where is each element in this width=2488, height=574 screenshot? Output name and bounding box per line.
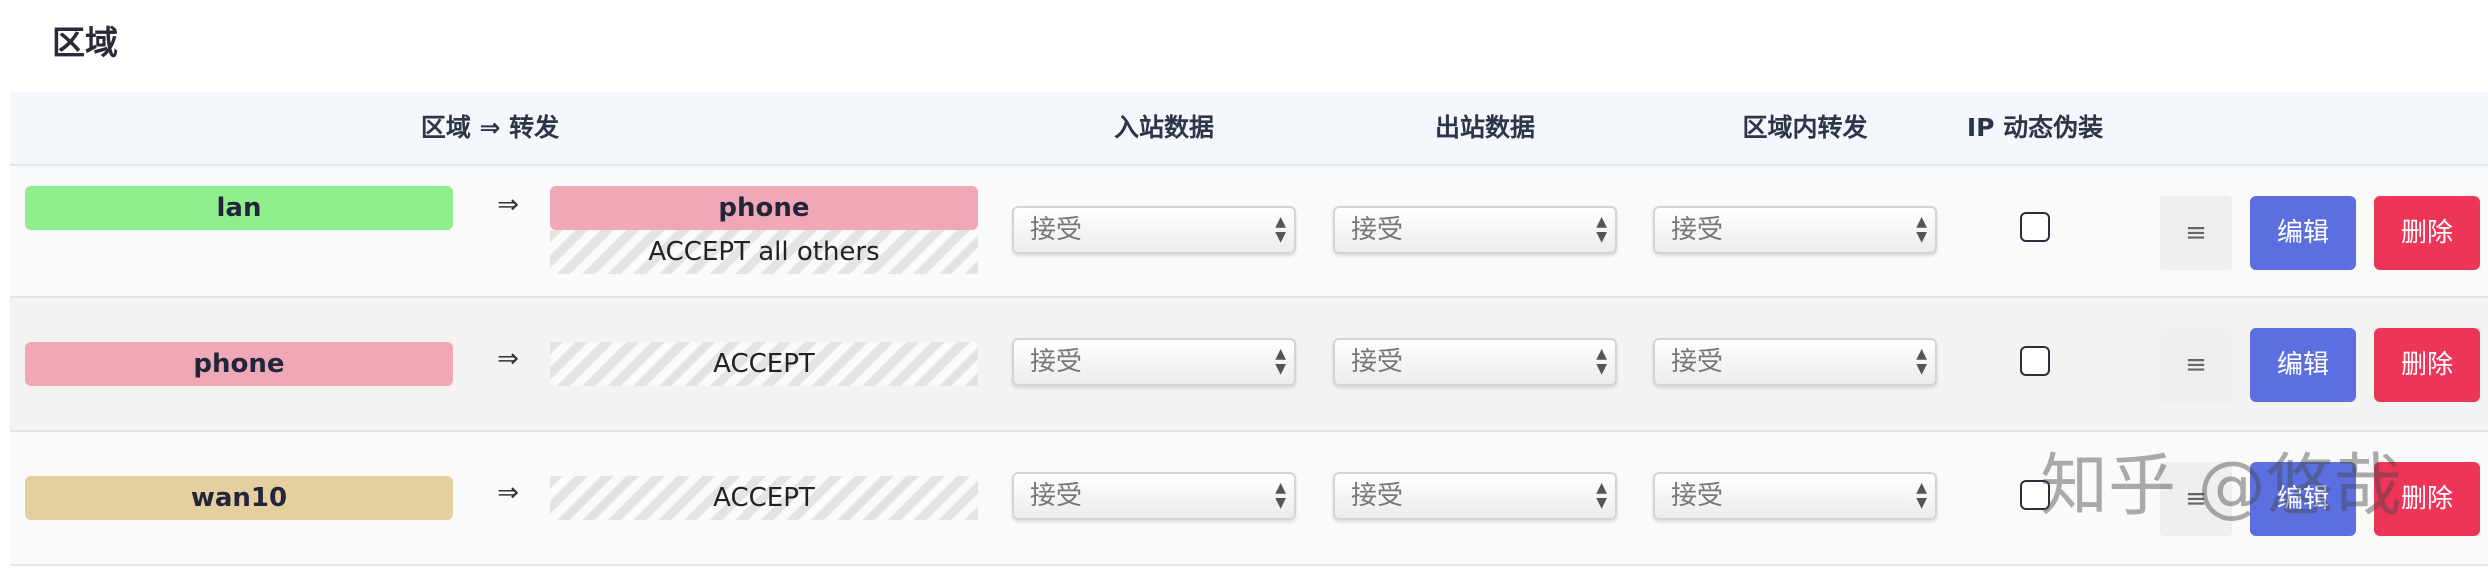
- forward-default-policy: ACCEPT: [550, 476, 978, 520]
- forward-dest-badge: phone: [550, 186, 978, 230]
- output-policy-select[interactable]: 接受 ▲ ▼: [1333, 206, 1617, 254]
- masquerade-checkbox[interactable]: [2020, 480, 2050, 510]
- table-row: wan10 ⇒ ACCEPT 接受 ▲ ▼ 接受 ▲ ▼ 接受 ▲ ▼ ≡ 编辑 删除: [10, 432, 2488, 566]
- zone-badge-wan10: wan10: [25, 476, 453, 520]
- delete-button[interactable]: 删除: [2374, 196, 2480, 270]
- input-policy-value: 接受: [1030, 347, 1083, 377]
- forward-policy-select[interactable]: 接受 ▲ ▼: [1653, 472, 1937, 520]
- zone-badge-lan: lan: [25, 186, 453, 230]
- forward-policy-select[interactable]: 接受 ▲ ▼: [1653, 206, 1937, 254]
- forward-destinations: ACCEPT: [550, 476, 978, 520]
- select-arrows-icon: ▲ ▼: [1916, 214, 1927, 245]
- select-arrows-icon: ▲ ▼: [1275, 480, 1286, 511]
- select-arrows-icon: ▲ ▼: [1916, 480, 1927, 511]
- select-arrows-icon: ▲ ▼: [1275, 214, 1286, 245]
- header-output: 出站数据: [1434, 113, 1535, 142]
- forward-destinations: ACCEPT: [550, 342, 978, 386]
- zones-panel: 区域 区域 ⇒ 转发 入站数据 出站数据 区域内转发 IP 动态伪装 lan ⇒…: [10, 0, 2488, 574]
- arrow-icon: ⇒: [497, 190, 519, 220]
- masquerade-checkbox[interactable]: [2020, 212, 2050, 242]
- input-policy-select[interactable]: 接受 ▲ ▼: [1012, 338, 1296, 386]
- edit-button[interactable]: 编辑: [2250, 462, 2356, 536]
- edit-button[interactable]: 编辑: [2250, 328, 2356, 402]
- input-policy-select[interactable]: 接受 ▲ ▼: [1012, 472, 1296, 520]
- table-row: lan ⇒ phone ACCEPT all others 接受 ▲ ▼ 接受 ▲…: [10, 166, 2488, 298]
- input-policy-select[interactable]: 接受 ▲ ▼: [1012, 206, 1296, 254]
- output-policy-select[interactable]: 接受 ▲ ▼: [1333, 338, 1617, 386]
- header-input: 入站数据: [1113, 113, 1214, 142]
- output-policy-select[interactable]: 接受 ▲ ▼: [1333, 472, 1617, 520]
- input-policy-value: 接受: [1030, 481, 1083, 511]
- select-arrows-icon: ▲ ▼: [1596, 214, 1607, 245]
- select-arrows-icon: ▲ ▼: [1596, 480, 1607, 511]
- select-arrows-icon: ▲ ▼: [1596, 346, 1607, 377]
- select-arrows-icon: ▲ ▼: [1275, 346, 1286, 377]
- header-zone-forward: 区域 ⇒ 转发: [420, 113, 560, 142]
- input-policy-value: 接受: [1030, 215, 1083, 245]
- forward-policy-value: 接受: [1671, 347, 1724, 377]
- output-policy-value: 接受: [1351, 481, 1404, 511]
- table-row: phone ⇒ ACCEPT 接受 ▲ ▼ 接受 ▲ ▼ 接受 ▲ ▼ ≡ 编辑 删除: [10, 298, 2488, 432]
- output-policy-value: 接受: [1351, 347, 1404, 377]
- table-header: 区域 ⇒ 转发 入站数据 出站数据 区域内转发 IP 动态伪装: [10, 92, 2488, 166]
- zone-badge-phone: phone: [25, 342, 453, 386]
- output-policy-value: 接受: [1351, 215, 1404, 245]
- forward-destinations: phone ACCEPT all others: [550, 186, 978, 274]
- header-forward: 区域内转发: [1742, 113, 1868, 142]
- forward-policy-value: 接受: [1671, 481, 1724, 511]
- more-options-button[interactable]: ≡: [2160, 462, 2232, 536]
- delete-button[interactable]: 删除: [2374, 462, 2480, 536]
- more-options-button[interactable]: ≡: [2160, 196, 2232, 270]
- forward-policy-value: 接受: [1671, 215, 1724, 245]
- edit-button[interactable]: 编辑: [2250, 196, 2356, 270]
- forward-default-policy: ACCEPT all others: [550, 230, 978, 274]
- more-options-button[interactable]: ≡: [2160, 328, 2232, 402]
- section-title: 区域: [52, 23, 118, 62]
- forward-default-policy: ACCEPT: [550, 342, 978, 386]
- masquerade-checkbox[interactable]: [2020, 346, 2050, 376]
- forward-policy-select[interactable]: 接受 ▲ ▼: [1653, 338, 1937, 386]
- header-masq: IP 动态伪装: [1966, 113, 2104, 142]
- arrow-icon: ⇒: [497, 344, 519, 374]
- delete-button[interactable]: 删除: [2374, 328, 2480, 402]
- arrow-icon: ⇒: [497, 478, 519, 508]
- select-arrows-icon: ▲ ▼: [1916, 346, 1927, 377]
